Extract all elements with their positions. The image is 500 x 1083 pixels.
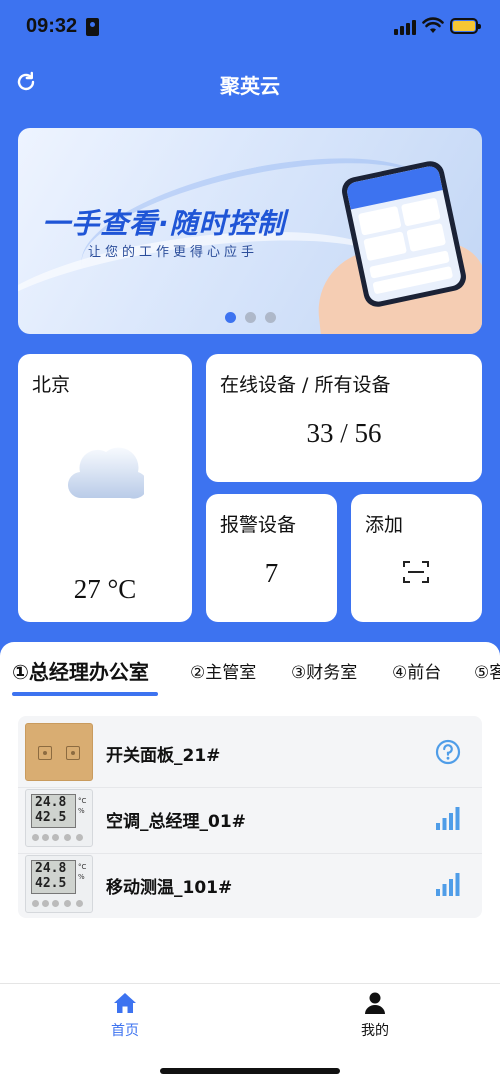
promo-banner[interactable]: 一手查看·随时控制 让您的工作更得心应手 [18,128,482,334]
home-icon [114,993,136,1013]
room-panel: ①总经理办公室 ②主管室 ③财务室 ④前台 ⑤客 开关面板_21# 24.8 42… [0,642,500,983]
signal-bars-icon [436,807,460,830]
device-name: 移动测温_101# [106,878,233,898]
thermometer-thumbnail: 24.8 42.5 °C% [25,789,93,847]
switch-panel-thumbnail [25,723,93,781]
status-time: 09:32 [26,15,78,37]
home-indicator [160,1068,340,1074]
signal-bars-icon [436,873,460,896]
banner-subtitle: 让您的工作更得心应手 [88,245,259,260]
pagination-dot[interactable] [225,312,236,323]
app-header: 聚英云 [0,58,500,108]
cellular-signal-icon [394,19,418,35]
tab-room-5[interactable]: ⑤客 [474,658,500,683]
weather-temperature: 27 °C [73,574,137,604]
status-bar: 09:32 [0,0,500,56]
device-list: 开关面板_21# 24.8 42.5 °C% 空调_总经理_01# 24.8 4… [18,716,482,918]
online-devices-label: 在线设备 / 所有设备 [220,374,391,396]
wifi-icon [422,17,444,33]
alarm-devices-label: 报警设备 [220,514,297,536]
device-row[interactable]: 开关面板_21# [18,721,482,788]
banner-pagination [225,312,285,324]
active-tab-indicator [12,692,158,696]
nav-mine[interactable]: 我的 [250,984,500,1054]
user-icon [365,992,385,1014]
device-row[interactable]: 24.8 42.5 °C% 移动测温_101# [18,853,482,919]
nav-home-label: 首页 [111,1023,139,1039]
tab-room-1[interactable]: ①总经理办公室 [12,656,149,685]
app-title: 聚英云 [220,74,280,98]
device-name: 开关面板_21# [106,746,221,766]
device-name: 空调_总经理_01# [106,812,246,832]
nav-home[interactable]: 首页 [0,984,250,1054]
sim-card-icon [86,18,99,36]
scan-icon [403,561,429,583]
weather-card[interactable]: 北京 27 °C [18,354,192,622]
online-devices-card[interactable]: 在线设备 / 所有设备 33 / 56 [206,354,482,482]
weather-city: 北京 [32,374,71,396]
cloud-icon [68,447,144,499]
question-icon[interactable] [435,739,461,765]
add-device-label: 添加 [365,514,404,536]
add-device-card[interactable]: 添加 [351,494,482,622]
alarm-devices-card[interactable]: 报警设备 7 [206,494,337,622]
pagination-dot[interactable] [265,312,276,323]
alarm-devices-count: 7 [264,558,279,588]
device-row[interactable]: 24.8 42.5 °C% 空调_总经理_01# [18,787,482,854]
thermometer-thumbnail: 24.8 42.5 °C% [25,855,93,913]
tab-room-4[interactable]: ④前台 [392,658,441,683]
tab-room-3[interactable]: ③财务室 [291,658,357,683]
banner-title: 一手查看·随时控制 [42,207,286,240]
room-tabs: ①总经理办公室 ②主管室 ③财务室 ④前台 ⑤客 [0,642,500,704]
online-devices-count: 33 / 56 [306,418,382,448]
tab-room-2[interactable]: ②主管室 [190,658,256,683]
nav-mine-label: 我的 [361,1023,389,1039]
pagination-dot[interactable] [245,312,256,323]
battery-icon [450,18,481,34]
